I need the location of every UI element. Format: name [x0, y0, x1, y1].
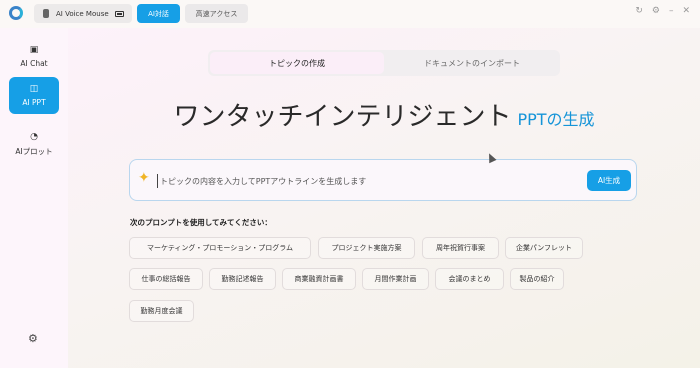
tab-quick-access[interactable]: 高速アクセス [185, 4, 248, 23]
tab-import-document[interactable]: ドキュメントのインポート [386, 52, 558, 74]
sidebar-item-ai-ppt[interactable]: ◫ AI PPT [9, 77, 59, 114]
prompt-chip[interactable]: マーケティング・プロモーション・プログラム [129, 237, 311, 259]
mouse-icon [43, 9, 49, 18]
headline-accent: PPTの生成 [517, 110, 595, 129]
ppt-icon: ◫ [29, 84, 39, 94]
gear-icon[interactable]: ⚙ [28, 332, 38, 345]
sidebar-item-label: AI PPT [22, 98, 46, 107]
headline-text: ワンタッチインテリジェント [173, 102, 512, 132]
minimize-icon[interactable]: – [669, 6, 674, 16]
app-logo-icon [9, 6, 23, 20]
sparkle-icon: ✦ [138, 170, 150, 186]
title-bar: AI Voice Mouse AI対話 高速アクセス ↻ ⚙ – ✕ [0, 0, 700, 28]
prompt-chip[interactable]: 月間作業計画 [362, 268, 429, 290]
device-selector[interactable]: AI Voice Mouse [34, 4, 132, 23]
prompt-chip[interactable]: 製品の紹介 [510, 268, 564, 290]
window-controls: ↻ ⚙ – ✕ [635, 6, 690, 16]
sidebar-item-label: AIプロット [15, 147, 53, 156]
page-title: ワンタッチインテリジェント PPTの生成 [68, 96, 700, 133]
prompt-chip[interactable]: 商業融資計画書 [282, 268, 356, 290]
ai-generate-button[interactable]: AI生成 [587, 170, 631, 191]
sidebar: ▣ AI Chat ◫ AI PPT ◔ AIプロット ⚙ [0, 28, 68, 368]
topic-input[interactable] [157, 174, 577, 188]
sidebar-item-ai-chat[interactable]: ▣ AI Chat [9, 38, 59, 75]
settings-icon[interactable]: ⚙ [652, 6, 660, 16]
tab-create-topic[interactable]: トピックの作成 [210, 52, 384, 74]
refresh-icon[interactable]: ↻ [635, 6, 643, 16]
tab-ai-chat[interactable]: AI対話 [137, 4, 180, 23]
prompt-chip[interactable]: 周年祝賀行事案 [422, 237, 499, 259]
sidebar-item-ai-plot[interactable]: ◔ AIプロット [9, 126, 59, 163]
close-icon[interactable]: ✕ [682, 6, 690, 16]
prompt-chip[interactable]: 企業パンフレット [505, 237, 583, 259]
main-panel: トピックの作成 ドキュメントのインポート ワンタッチインテリジェント PPTの生成… [68, 28, 700, 368]
sidebar-item-label: AI Chat [20, 59, 48, 68]
chat-icon: ▣ [29, 45, 39, 55]
prompt-chip[interactable]: 仕事の総括報告 [129, 268, 203, 290]
mode-tabs: トピックの作成 ドキュメントのインポート [208, 50, 560, 76]
prompt-chip[interactable]: 勤務月度会議 [129, 300, 194, 322]
prompt-chip[interactable]: 会議のまとめ [435, 268, 504, 290]
prompt-chip[interactable]: プロジェクト実施方案 [318, 237, 415, 259]
battery-icon [115, 10, 124, 17]
prompt-box: ✦ AI生成 [129, 159, 637, 201]
plot-icon: ◔ [30, 132, 38, 142]
prompt-chip[interactable]: 勤務記述報告 [209, 268, 276, 290]
suggestion-heading: 次のプロンプトを使用してみてください： [130, 218, 272, 227]
device-label: AI Voice Mouse [56, 9, 109, 18]
